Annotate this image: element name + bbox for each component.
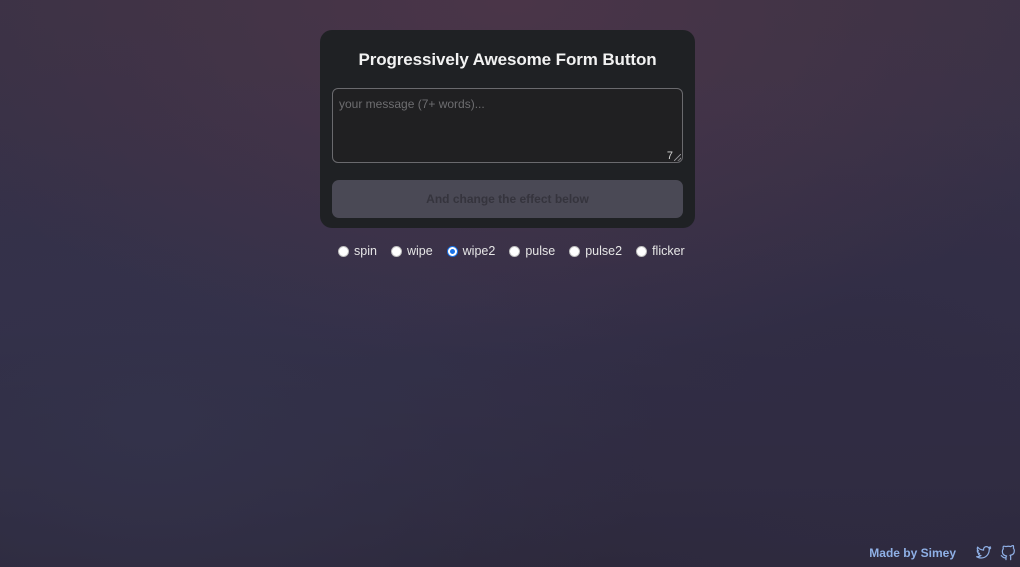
effect-label: flicker bbox=[652, 244, 685, 258]
radio-spin[interactable] bbox=[338, 245, 349, 257]
effect-label: pulse bbox=[525, 244, 556, 258]
radio-flicker[interactable] bbox=[636, 245, 648, 257]
form-card: Progressively Awesome Form Button 7 And … bbox=[320, 30, 695, 228]
made-by-link[interactable]: Made by Simey bbox=[869, 546, 956, 560]
radio-pulse[interactable] bbox=[509, 245, 521, 257]
radio-wipe2[interactable] bbox=[446, 245, 458, 257]
effect-option-wipe2[interactable]: wipe2 bbox=[446, 244, 496, 258]
footer: Made by Simey bbox=[869, 544, 1016, 561]
message-textarea[interactable] bbox=[332, 88, 683, 163]
effect-label: wipe bbox=[406, 244, 433, 258]
effect-label: pulse2 bbox=[585, 244, 623, 258]
submit-button[interactable]: And change the effect below bbox=[332, 180, 683, 218]
effect-option-flicker[interactable]: flicker bbox=[636, 244, 685, 258]
twitter-icon[interactable] bbox=[976, 545, 992, 561]
effect-label: wipe2 bbox=[462, 244, 496, 258]
form-title: Progressively Awesome Form Button bbox=[358, 50, 657, 69]
effect-label: spin bbox=[354, 244, 377, 258]
word-count: 7 bbox=[666, 150, 673, 162]
effect-option-pulse2[interactable]: pulse2 bbox=[569, 244, 622, 258]
radio-pulse2[interactable] bbox=[569, 245, 581, 257]
effect-option-wipe[interactable]: wipe bbox=[390, 244, 433, 258]
github-icon[interactable] bbox=[1000, 544, 1016, 561]
radio-wipe[interactable] bbox=[390, 245, 402, 257]
message-field-wrapper: 7 bbox=[332, 88, 683, 163]
resize-handle-icon[interactable] bbox=[674, 154, 681, 161]
effect-radio-group: spin wipe wipe2 pulse pulse2 flicker bbox=[338, 244, 699, 258]
effect-option-spin[interactable]: spin bbox=[338, 244, 377, 258]
effect-option-pulse[interactable]: pulse bbox=[509, 244, 555, 258]
